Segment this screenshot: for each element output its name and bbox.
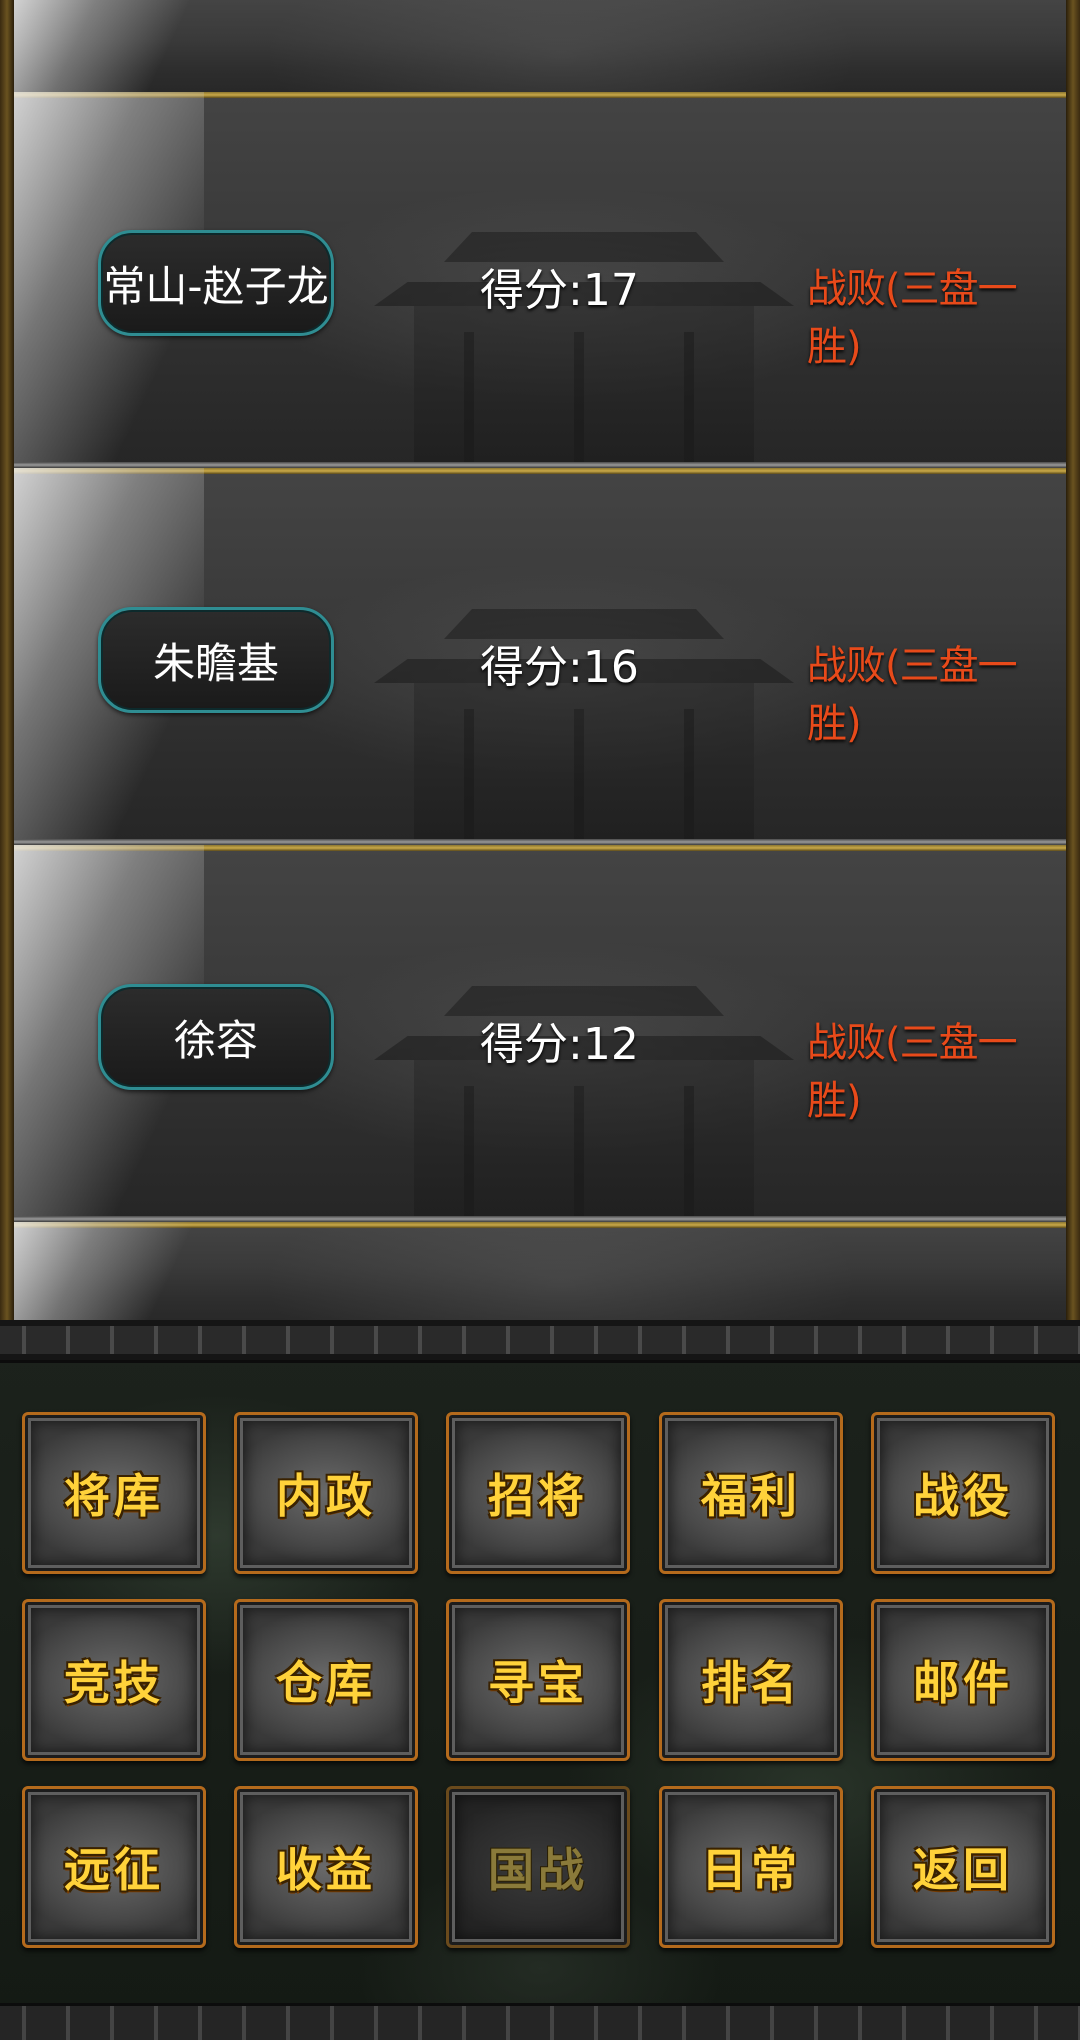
menu-button-label: 内政 bbox=[276, 1469, 376, 1523]
battle-record-list[interactable]: 常山-赵子龙 得分:17 战败(三盘一胜) 朱瞻基 得分:16 战败(三盘一胜) bbox=[0, 0, 1080, 1320]
palace-background-image bbox=[374, 212, 794, 462]
menu-button-label: 寻宝 bbox=[488, 1656, 588, 1710]
opponent-name: 徐容 bbox=[173, 1015, 258, 1065]
main-menu-panel: 将库 内政 招将 福利 战役 竞技 仓库 寻宝 排名 邮件 远征 收益 国战 日… bbox=[0, 1320, 1080, 2040]
score-label: 得分:17 bbox=[480, 265, 639, 316]
menu-button-income[interactable]: 收益 bbox=[234, 1786, 418, 1948]
score-label: 得分:16 bbox=[480, 642, 639, 693]
app-root: 常山-赵子龙 得分:17 战败(三盘一胜) 朱瞻基 得分:16 战败(三盘一胜) bbox=[0, 0, 1080, 2040]
menu-button-welfare[interactable]: 福利 bbox=[659, 1412, 843, 1574]
menu-button-daily[interactable]: 日常 bbox=[659, 1786, 843, 1948]
menu-button-generals[interactable]: 将库 bbox=[22, 1412, 206, 1574]
record-card[interactable]: 朱瞻基 得分:16 战败(三盘一胜) bbox=[14, 468, 1066, 845]
menu-button-label: 收益 bbox=[276, 1843, 376, 1897]
battle-result: 战败(三盘一胜) bbox=[807, 266, 1018, 370]
battle-result: 战败(三盘一胜) bbox=[807, 1020, 1018, 1124]
menu-button-label: 福利 bbox=[701, 1469, 801, 1523]
menu-border-bottom bbox=[0, 2003, 1080, 2040]
menu-button-label: 返回 bbox=[913, 1843, 1013, 1897]
menu-button-label: 日常 bbox=[701, 1843, 801, 1897]
menu-button-warehouse[interactable]: 仓库 bbox=[234, 1599, 418, 1761]
record-card[interactable]: 常山-赵子龙 得分:17 战败(三盘一胜) bbox=[14, 92, 1066, 468]
menu-button-label: 招将 bbox=[488, 1469, 588, 1523]
opponent-name-pill[interactable]: 常山-赵子龙 bbox=[98, 230, 334, 336]
menu-button-national-war[interactable]: 国战 bbox=[446, 1786, 630, 1948]
card-shine bbox=[14, 0, 204, 98]
frame-edge-left bbox=[0, 0, 14, 1320]
palace-background-image bbox=[374, 589, 794, 839]
record-card-partial-top bbox=[14, 0, 1066, 98]
opponent-name: 常山-赵子龙 bbox=[103, 261, 329, 311]
menu-button-back[interactable]: 返回 bbox=[871, 1786, 1055, 1948]
menu-button-label: 仓库 bbox=[276, 1656, 376, 1710]
menu-button-internal-affairs[interactable]: 内政 bbox=[234, 1412, 418, 1574]
menu-button-arena[interactable]: 竞技 bbox=[22, 1599, 206, 1761]
opponent-name: 朱瞻基 bbox=[152, 638, 279, 688]
menu-button-label: 国战 bbox=[488, 1843, 588, 1897]
menu-border-top bbox=[0, 1320, 1080, 1363]
menu-button-recruit[interactable]: 招将 bbox=[446, 1412, 630, 1574]
menu-button-treasure-hunt[interactable]: 寻宝 bbox=[446, 1599, 630, 1761]
record-card-partial-bottom bbox=[14, 1222, 1066, 1320]
record-card[interactable]: 徐容 得分:12 战败(三盘一胜) bbox=[14, 845, 1066, 1222]
battle-result: 战败(三盘一胜) bbox=[807, 643, 1018, 747]
palace-background-image bbox=[374, 966, 794, 1216]
menu-button-label: 战役 bbox=[913, 1469, 1013, 1523]
card-shine bbox=[14, 1222, 204, 1320]
menu-button-mail[interactable]: 邮件 bbox=[871, 1599, 1055, 1761]
menu-button-label: 排名 bbox=[701, 1656, 801, 1710]
menu-button-label: 将库 bbox=[64, 1469, 164, 1523]
frame-edge-right bbox=[1066, 0, 1080, 1320]
opponent-name-pill[interactable]: 朱瞻基 bbox=[98, 607, 334, 713]
menu-button-campaign[interactable]: 战役 bbox=[871, 1412, 1055, 1574]
menu-button-ranking[interactable]: 排名 bbox=[659, 1599, 843, 1761]
menu-button-label: 竞技 bbox=[64, 1656, 164, 1710]
menu-button-label: 邮件 bbox=[913, 1656, 1013, 1710]
score-label: 得分:12 bbox=[480, 1019, 639, 1070]
menu-button-label: 远征 bbox=[64, 1843, 164, 1897]
menu-button-expedition[interactable]: 远征 bbox=[22, 1786, 206, 1948]
opponent-name-pill[interactable]: 徐容 bbox=[98, 984, 334, 1090]
